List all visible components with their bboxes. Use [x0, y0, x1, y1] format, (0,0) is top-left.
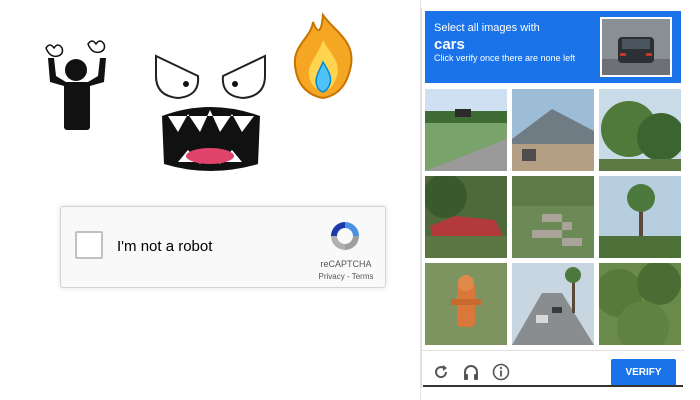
flame-icon — [293, 12, 353, 100]
terms-link[interactable]: Terms — [352, 272, 374, 281]
recaptcha-logo-icon — [331, 222, 359, 250]
image-challenge-panel: Select all images with cars Click verify… — [421, 8, 684, 389]
headphones-icon[interactable] — [462, 363, 480, 381]
challenge-instruction: Select all images with — [434, 22, 540, 34]
tile-palm-trees[interactable] — [599, 176, 681, 258]
tile-stairs[interactable] — [512, 176, 594, 258]
angry-person-illustration — [45, 40, 106, 130]
recaptcha-anchor-box: I'm not a robot reCAPTCHA Privacy - Term… — [60, 206, 386, 288]
recaptcha-brand-text: reCAPTCHA — [320, 259, 372, 269]
checkbox-label: I'm not a robot — [117, 238, 213, 255]
challenge-footer: VERIFY — [422, 350, 684, 389]
challenge-target: cars — [434, 36, 465, 53]
bottom-divider — [423, 385, 683, 387]
info-icon[interactable] — [492, 363, 510, 381]
privacy-terms-links: Privacy - Terms — [307, 272, 385, 281]
tile-trees[interactable] — [599, 89, 681, 171]
not-a-robot-checkbox[interactable] — [75, 231, 103, 259]
privacy-link[interactable]: Privacy — [319, 272, 345, 281]
tile-red-car-in-bushes[interactable] — [425, 176, 507, 258]
angry-face-illustration — [155, 54, 266, 171]
challenge-image-grid — [425, 89, 681, 345]
sample-car-image — [600, 17, 672, 77]
tile-road-with-truck[interactable] — [425, 89, 507, 171]
tile-bushes[interactable] — [599, 263, 681, 345]
tile-fire-hydrant[interactable] — [425, 263, 507, 345]
verify-button[interactable]: VERIFY — [611, 359, 676, 386]
reload-icon[interactable] — [432, 363, 450, 381]
challenge-hint: Click verify once there are none left — [434, 53, 576, 63]
links-separator: - — [344, 272, 352, 281]
tile-house-roof[interactable] — [512, 89, 594, 171]
tile-street-with-cars[interactable] — [512, 263, 594, 345]
challenge-header: Select all images with cars Click verify… — [425, 11, 681, 83]
